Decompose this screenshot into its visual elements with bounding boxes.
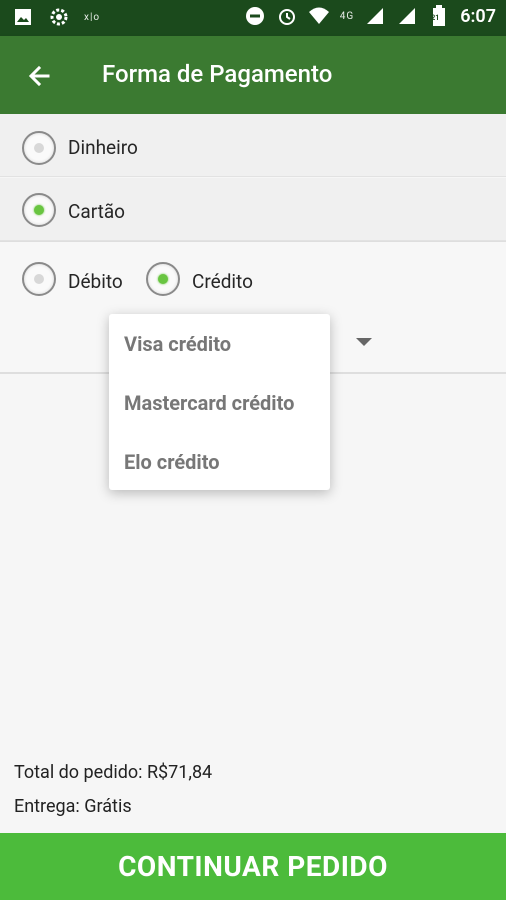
radio-debit[interactable] <box>22 262 56 296</box>
network-type-label: 4G <box>339 10 355 22</box>
radio-credit[interactable] <box>146 262 180 296</box>
back-arrow-icon[interactable] <box>22 58 58 94</box>
chevron-down-icon[interactable] <box>356 338 372 346</box>
status-indicator-text: x|o <box>84 11 101 23</box>
wifi-icon <box>308 5 330 27</box>
menu-item-elo[interactable]: Elo crédito <box>124 450 220 474</box>
status-left-icons: x|o <box>12 6 100 28</box>
clock: 6:07 <box>460 5 496 27</box>
image-icon <box>12 6 34 28</box>
page-title: Forma de Pagamento <box>102 60 333 88</box>
menu-item-mastercard[interactable]: Mastercard crédito <box>124 391 294 415</box>
menu-item-visa[interactable]: Visa crédito <box>124 332 231 356</box>
radio-cash[interactable] <box>22 131 56 165</box>
payment-option-cash-label: Dinheiro <box>68 136 138 159</box>
order-total: Total do pedido: R$71,84 <box>14 762 213 783</box>
alarm-icon <box>276 5 298 27</box>
delivery-fee: Entrega: Grátis <box>14 796 132 817</box>
payment-option-card[interactable]: Cartão <box>0 178 506 241</box>
signal-icon <box>364 5 386 27</box>
status-bar: x|o 4G 21 6:07 <box>0 0 506 36</box>
payment-option-card-label: Cartão <box>68 200 125 223</box>
status-right-icons: 4G 21 6:07 <box>244 5 496 27</box>
battery-level: 21 <box>431 14 440 22</box>
battery-icon: 21 <box>428 5 450 27</box>
credit-label: Crédito <box>192 270 253 293</box>
debit-label: Débito <box>68 270 123 293</box>
continue-order-button[interactable]: CONTINUAR PEDIDO <box>0 833 506 900</box>
app-gear-icon <box>48 6 70 28</box>
card-brand-dropdown-menu: Visa crédito Mastercard crédito Elo créd… <box>109 314 330 490</box>
app-bar: Forma de Pagamento <box>0 36 506 114</box>
do-not-disturb-icon <box>244 5 266 27</box>
payment-option-cash[interactable]: Dinheiro <box>0 114 506 177</box>
radio-card[interactable] <box>22 193 56 227</box>
signal-icon-2 <box>396 5 418 27</box>
